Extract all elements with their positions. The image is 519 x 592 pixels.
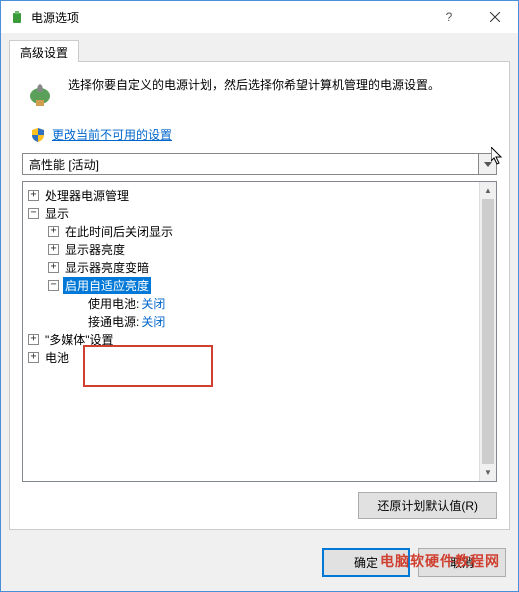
tree-item-plugged-value[interactable]: 接通电源: 关闭 <box>26 312 496 330</box>
tab-strip: 高级设置 <box>9 40 510 61</box>
plugged-value[interactable]: 关闭 <box>141 313 165 330</box>
tab-container: 高级设置 选择你要自定义的电源计划，然后选择你希望计算机管理的电源设置。 <box>9 40 510 530</box>
tree-item-dim[interactable]: + 显示器亮度变暗 <box>26 258 496 276</box>
power-icon <box>9 9 25 25</box>
tab-advanced[interactable]: 高级设置 <box>9 40 79 62</box>
restore-defaults-button[interactable]: 还原计划默认值(R) <box>358 492 497 519</box>
scroll-up-icon[interactable]: ▲ <box>480 182 496 199</box>
dropdown-arrow-icon[interactable] <box>478 154 496 174</box>
expand-icon[interactable]: + <box>28 352 39 363</box>
description-row: 选择你要自定义的电源计划，然后选择你希望计算机管理的电源设置。 <box>22 76 497 112</box>
tree-item-adaptive[interactable]: − 启用自适应亮度 <box>26 276 496 294</box>
expand-icon[interactable]: + <box>48 262 59 273</box>
scroll-down-icon[interactable]: ▼ <box>480 464 496 481</box>
expand-icon[interactable]: + <box>48 244 59 255</box>
help-button[interactable]: ? <box>426 1 472 33</box>
vertical-scrollbar[interactable]: ▲ ▼ <box>479 182 496 481</box>
ok-button[interactable]: 确定 <box>322 548 410 577</box>
titlebar: 电源选项 ? <box>1 1 518 33</box>
close-button[interactable] <box>472 1 518 33</box>
tab-body: 选择你要自定义的电源计划，然后选择你希望计算机管理的电源设置。 更改当前不可用的… <box>9 61 510 530</box>
description-text: 选择你要自定义的电源计划，然后选择你希望计算机管理的电源设置。 <box>68 76 440 95</box>
collapse-icon[interactable]: − <box>28 208 39 219</box>
change-unavailable-link[interactable]: 更改当前不可用的设置 <box>52 126 172 143</box>
dialog-footer: 确定 取消 电脑软硬件教程网 <box>1 538 518 591</box>
battery-value[interactable]: 关闭 <box>141 295 165 312</box>
scroll-thumb[interactable] <box>482 199 494 464</box>
tree-item-multimedia[interactable]: + "多媒体"设置 <box>26 330 496 348</box>
tree-item-cpu[interactable]: + 处理器电源管理 <box>26 186 496 204</box>
expand-icon[interactable]: + <box>28 190 39 201</box>
privilege-row: 更改当前不可用的设置 <box>30 126 497 143</box>
expand-icon[interactable]: + <box>28 334 39 345</box>
window-title: 电源选项 <box>31 9 426 26</box>
cancel-button[interactable]: 取消 <box>418 548 506 577</box>
restore-row: 还原计划默认值(R) <box>22 492 497 519</box>
settings-tree: + 处理器电源管理 − 显示 + 在此时间后关闭显示 <box>22 181 497 482</box>
expand-icon[interactable]: + <box>48 226 59 237</box>
tree-item-battery-node[interactable]: + 电池 <box>26 348 496 366</box>
tree-item-battery-value[interactable]: 使用电池: 关闭 <box>26 294 496 312</box>
content-area: 高级设置 选择你要自定义的电源计划，然后选择你希望计算机管理的电源设置。 <box>1 33 518 538</box>
tree-item-display-off[interactable]: + 在此时间后关闭显示 <box>26 222 496 240</box>
power-plan-icon <box>22 76 58 112</box>
tree-item-display[interactable]: − 显示 <box>26 204 496 222</box>
shield-icon <box>30 127 46 143</box>
plan-selected: 高性能 [活动] <box>29 156 99 173</box>
collapse-icon[interactable]: − <box>48 280 59 291</box>
plan-dropdown[interactable]: 高性能 [活动] <box>22 153 497 175</box>
tree-item-brightness[interactable]: + 显示器亮度 <box>26 240 496 258</box>
power-options-window: 电源选项 ? 高级设置 选择你要自定义的电源计划， <box>0 0 519 592</box>
